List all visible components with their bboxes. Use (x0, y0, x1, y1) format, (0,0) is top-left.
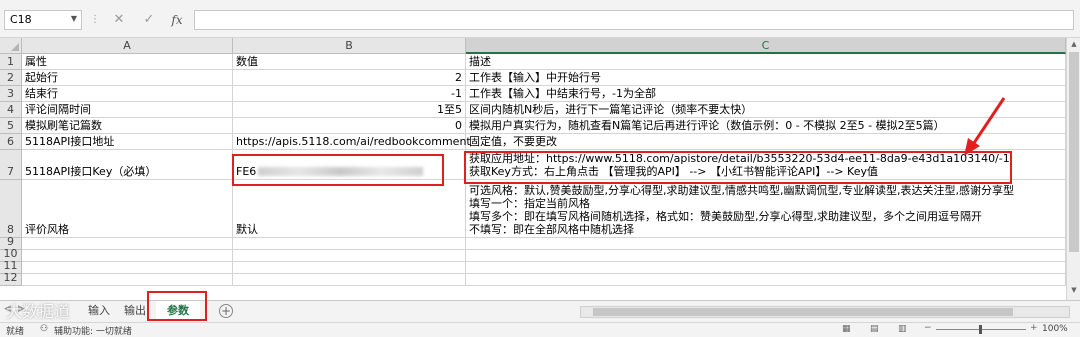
row-header[interactable]: 1 (0, 54, 22, 70)
cell-c-line: 固定值，不要更改 (469, 135, 557, 148)
cell-b[interactable]: 2 (233, 70, 466, 86)
formula-bar-grip: ⋮ (90, 14, 100, 25)
status-accessibility[interactable]: 辅助功能: 一切就绪 (54, 324, 132, 337)
zoom-slider-thumb[interactable] (979, 325, 982, 334)
cell-b[interactable]: -1 (233, 86, 466, 102)
cell-a[interactable] (22, 274, 233, 286)
cell-a[interactable]: 模拟刷笔记篇数 (22, 118, 233, 134)
cell-c-line: 模拟用户真实行为，随机查看N篇笔记后再进行评论（数值示例：0 - 不模拟 2至5… (469, 119, 945, 132)
cell-a[interactable] (22, 262, 233, 274)
cell-b[interactable] (233, 274, 466, 286)
column-header-b[interactable]: B (233, 38, 466, 54)
cell-c-line: 获取应用地址：https://www.5118.com/apistore/det… (469, 152, 1010, 165)
cell-c-line: 区间内随机N秒后，进行下一篇笔记评论（频率不要太快） (469, 103, 753, 116)
cell-b[interactable] (233, 262, 466, 274)
cell-a[interactable]: 属性 (22, 54, 233, 70)
cell-c[interactable] (466, 274, 1066, 286)
cell-b[interactable]: 数值 (233, 54, 466, 70)
tab-scroll-left-icon[interactable]: ◀ (4, 304, 11, 314)
row-header[interactable]: 2 (0, 70, 22, 86)
cell-a[interactable]: 5118API接口地址 (22, 134, 233, 150)
add-sheet-icon[interactable]: + (219, 304, 233, 318)
cell-c[interactable] (466, 250, 1066, 262)
cell-a[interactable]: 评价风格 (22, 180, 233, 238)
status-bar: 就绪 ⚇ 辅助功能: 一切就绪 ▦ ▤ ▥ − + 100% (0, 322, 1080, 337)
cell-b[interactable] (233, 250, 466, 262)
cell-a[interactable]: 结束行 (22, 86, 233, 102)
row-header[interactable]: 5 (0, 118, 22, 134)
cell-b[interactable]: FE6 (233, 150, 466, 180)
cell-c-line: 填写多个：即在填写风格间随机选择，格式如：赞美鼓励型,分享心得型,求助建议型，多… (469, 210, 982, 223)
cell-c[interactable]: 可选风格：默认,赞美鼓励型,分享心得型,求助建议型,情感共鸣型,幽默调侃型,专业… (466, 180, 1066, 238)
status-ready: 就绪 (6, 327, 25, 337)
cell-c-line: 获取Key方式：右上角点击 【管理我的API】 --> 【小红书智能评论API】… (469, 165, 878, 178)
vertical-scrollbar[interactable]: ▲ ▼ (1066, 38, 1080, 300)
scroll-thumb[interactable] (1069, 52, 1079, 252)
cell-c[interactable] (466, 238, 1066, 250)
cell-b[interactable]: 0 (233, 118, 466, 134)
page-break-icon[interactable]: ▥ (898, 324, 907, 334)
tab-output[interactable]: 输出 (116, 301, 154, 321)
cell-b[interactable]: https://apis.5118.com/ai/redbookcomment (233, 134, 471, 150)
cell-b[interactable]: 默认 (233, 180, 466, 238)
row-header[interactable]: 8 (0, 180, 22, 238)
zoom-out-icon[interactable]: − (924, 323, 932, 333)
cell-c-line: 填写一个：指定当前风格 (469, 197, 590, 210)
column-header-a[interactable]: A (22, 38, 233, 54)
normal-view-icon[interactable]: ▦ (842, 324, 851, 334)
column-header-c[interactable]: C (466, 38, 1066, 54)
chevron-down-icon[interactable]: ▼ (71, 14, 77, 23)
formula-bar: C18 ▼ ⋮ ✕ ✓ fx (0, 0, 1080, 38)
sheet-grid: A B C 1 属性 数值 描述 2 起始行 2 工作表【输入】中开始行号 3 结束行 -1 工作表【… (0, 38, 1080, 300)
cell-a[interactable] (22, 238, 233, 250)
cell-c-line: 不填写：即在全部风格中随机选择 (469, 223, 634, 236)
sheet-tabs-bar: ◀ ▶ 输入 输出 参数 + (0, 291, 1080, 322)
cell-c[interactable]: 描述 (466, 54, 1066, 70)
cell-c-line: 工作表【输入】中开始行号 (469, 71, 601, 84)
row-header[interactable]: 3 (0, 86, 22, 102)
name-box[interactable]: C18 ▼ (4, 10, 82, 30)
arrow-icon (964, 97, 1006, 156)
cell-a[interactable] (22, 250, 233, 262)
tab-params[interactable]: 参数 (156, 301, 200, 321)
row-header[interactable]: 4 (0, 102, 22, 118)
horizontal-scroll-thumb[interactable] (593, 308, 1013, 316)
scroll-up-icon[interactable]: ▲ (1069, 40, 1079, 50)
formula-input[interactable] (194, 10, 1074, 30)
cell-b[interactable] (233, 238, 466, 250)
horizontal-scrollbar[interactable] (580, 306, 1070, 318)
row-header[interactable]: 6 (0, 134, 22, 150)
enter-icon[interactable]: ✓ (138, 10, 160, 30)
tab-input[interactable]: 输入 (80, 301, 118, 321)
name-box-value: C18 (10, 13, 32, 26)
cell-b[interactable]: 1至5 (233, 102, 466, 118)
fx-button[interactable]: fx (166, 10, 188, 30)
cell-a[interactable]: 5118API接口Key（必填） (22, 150, 233, 180)
select-all-corner[interactable] (0, 38, 22, 54)
row-header[interactable]: 7 (0, 150, 22, 180)
cell-a[interactable]: 评论间隔时间 (22, 102, 233, 118)
tab-scroll-right-icon[interactable]: ▶ (18, 304, 25, 314)
cell-a[interactable]: 起始行 (22, 70, 233, 86)
cell-b-text: FE6 (236, 165, 257, 178)
zoom-level[interactable]: 100% (1042, 324, 1068, 334)
cell-c-line: 可选风格：默认,赞美鼓励型,分享心得型,求助建议型,情感共鸣型,幽默调侃型,专业… (469, 184, 1014, 197)
row-header[interactable]: 12 (0, 271, 22, 286)
cell-c-line: 描述 (469, 55, 491, 68)
redacted-key-blur (258, 167, 424, 176)
zoom-slider[interactable] (936, 325, 1026, 334)
cancel-icon[interactable]: ✕ (108, 10, 130, 30)
cell-c[interactable] (466, 262, 1066, 274)
zoom-in-icon[interactable]: + (1030, 323, 1038, 333)
accessibility-icon[interactable]: ⚇ (40, 324, 48, 334)
page-layout-icon[interactable]: ▤ (870, 324, 879, 334)
cell-c-line: 工作表【输入】中结束行号，-1为全部 (469, 87, 656, 100)
scroll-down-icon[interactable]: ▼ (1069, 286, 1079, 296)
cell-c[interactable]: 工作表【输入】中开始行号 (466, 70, 1066, 86)
